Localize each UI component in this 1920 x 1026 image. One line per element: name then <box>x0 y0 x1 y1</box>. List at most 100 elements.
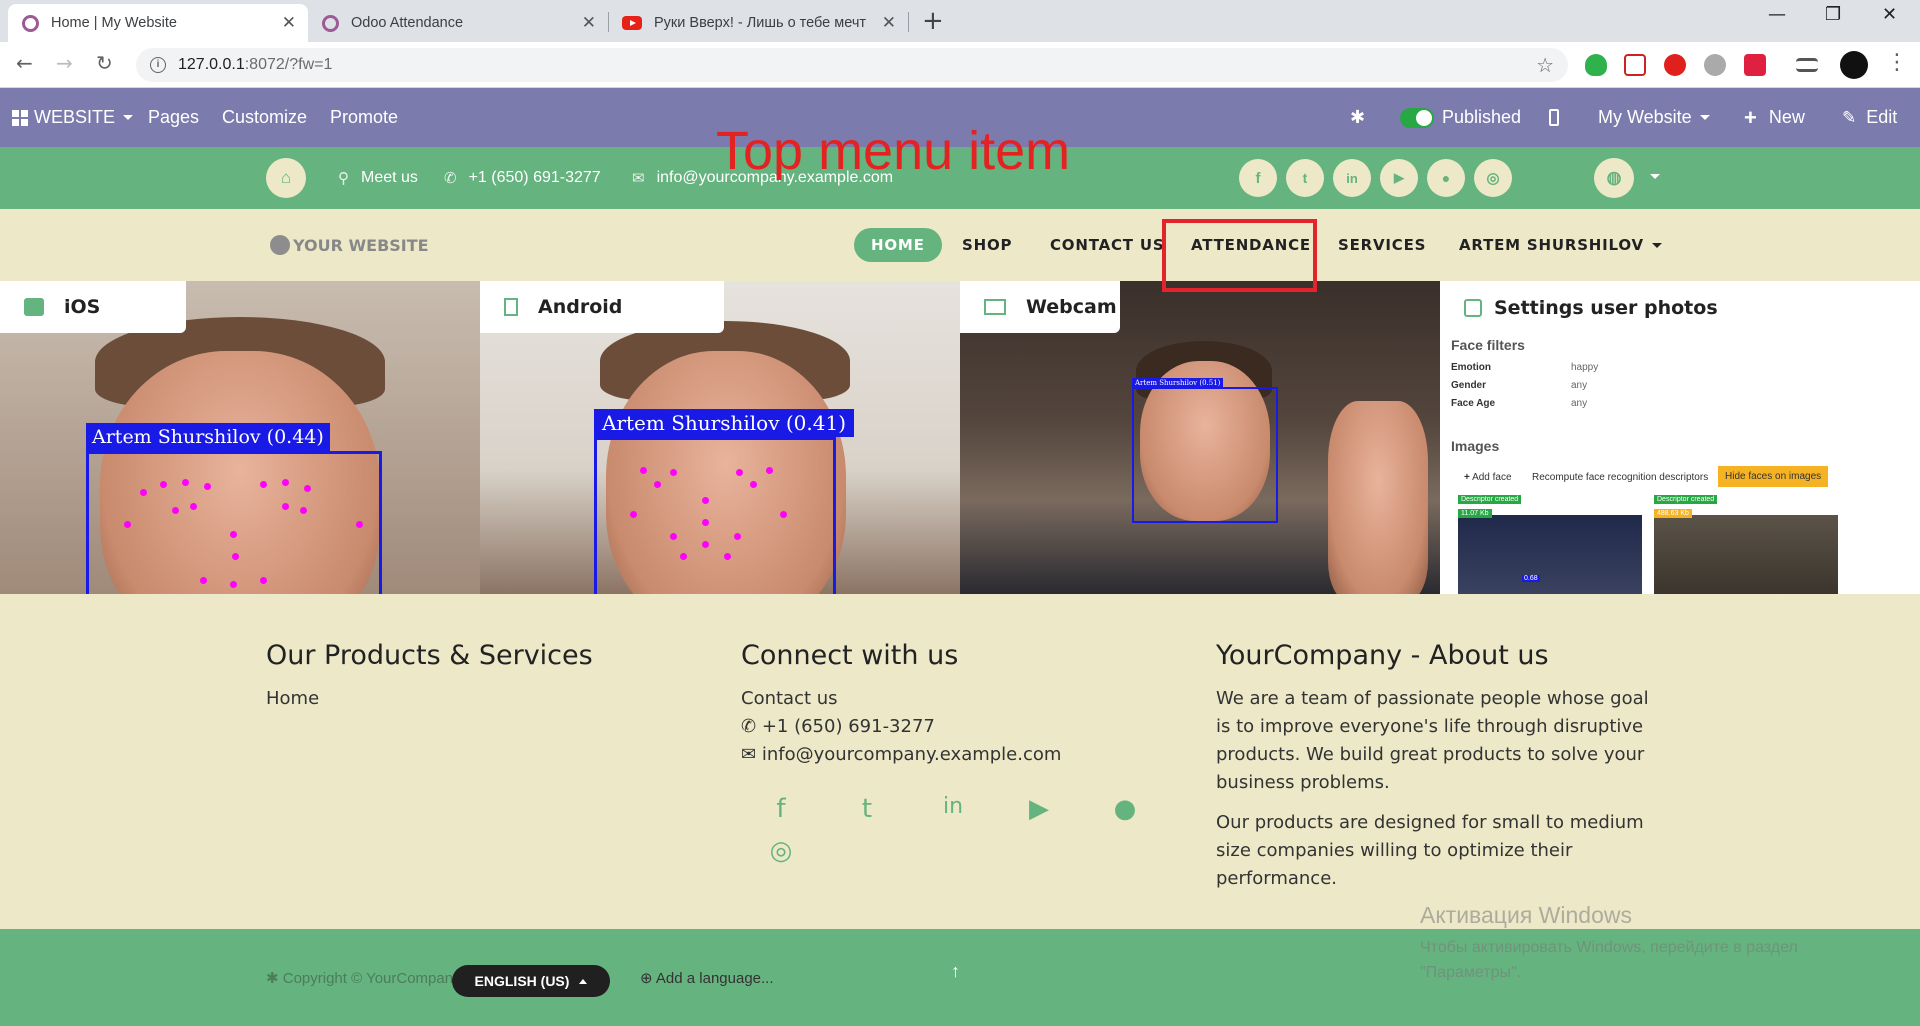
ios-tab-label[interactable]: iOS <box>0 281 186 333</box>
footer-phone[interactable]: ✆ +1 (650) 691-3277 <box>741 713 1161 741</box>
github-icon[interactable]: ● <box>1108 794 1142 824</box>
website-selector[interactable]: My Website <box>1598 88 1710 147</box>
logo-text: YOUR WEBSITE <box>293 235 429 255</box>
bookmark-star-icon[interactable]: ☆ <box>1536 53 1554 78</box>
landmark-dot <box>230 531 237 538</box>
nav-shop[interactable]: SHOP <box>962 228 1012 262</box>
site-info-icon[interactable]: i <box>150 57 166 73</box>
face-bounding-box <box>1132 387 1278 523</box>
publish-toggle[interactable]: Published <box>1400 88 1521 147</box>
profile-avatar-icon[interactable] <box>1840 51 1868 79</box>
add-language-link[interactable]: ⊕ Add a language... <box>640 969 774 987</box>
published-switch[interactable] <box>1400 107 1434 128</box>
footer-email[interactable]: ✉ info@yourcompany.example.com <box>741 741 1161 769</box>
webcam-tab-label[interactable]: Webcam <box>960 281 1120 333</box>
extension-adblock-icon[interactable] <box>1664 54 1686 76</box>
promote-menu[interactable]: Promote <box>330 88 398 147</box>
new-button[interactable]: + New <box>1744 88 1805 147</box>
github-icon[interactable]: ● <box>1427 159 1465 197</box>
recompute-button[interactable]: Recompute face recognition descriptors <box>1532 472 1708 483</box>
forward-icon[interactable]: → <box>56 51 73 75</box>
tab-title: Руки Вверх! - Лишь о тебе мечт <box>654 15 867 31</box>
footer-contact-link[interactable]: Contact us <box>741 685 1161 713</box>
phone-icon: ✆ <box>741 716 757 737</box>
twitter-icon[interactable]: t <box>1286 159 1324 197</box>
site-logo[interactable]: YOUR WEBSITE <box>270 209 429 281</box>
extension-pocket-icon[interactable] <box>1624 54 1646 76</box>
edit-button[interactable]: ✎ Edit <box>1842 88 1897 147</box>
linkedin-icon[interactable]: in <box>1333 159 1371 197</box>
add-face-button[interactable]: + Add face <box>1464 472 1512 483</box>
nav-home[interactable]: HOME <box>854 228 942 262</box>
apps-grid-icon <box>12 109 28 126</box>
tab-youtube[interactable]: Руки Вверх! - Лишь о тебе мечт ✕ <box>608 4 908 42</box>
address-bar[interactable]: i 127.0.0.1:8072/?fw=1 ☆ <box>136 48 1568 82</box>
landmark-dot <box>300 507 307 514</box>
website-menu[interactable]: WEBSITE <box>12 88 134 147</box>
tab-home[interactable]: Home | My Website ✕ <box>8 4 308 42</box>
phone-label: +1 (650) 691-3277 <box>468 169 601 186</box>
chevron-down-icon <box>1699 115 1710 120</box>
photo-card-1[interactable]: Descriptor created 11.07 Kb 0.68 <box>1458 493 1642 594</box>
plus-icon: + <box>1744 104 1757 130</box>
restore-icon[interactable]: ❐ <box>1825 4 1841 25</box>
close-tab-icon[interactable]: ✕ <box>582 13 596 33</box>
footer-products-title: Our Products & Services <box>266 640 593 671</box>
tab-title: Home | My Website <box>51 15 177 31</box>
meet-us-link[interactable]: ⚲ Meet us <box>338 147 418 209</box>
photo-card-2[interactable]: Descriptor created 488.63 Kb <box>1654 493 1838 594</box>
back-icon[interactable]: ← <box>16 51 33 75</box>
map-marker-icon: ⚲ <box>338 170 349 187</box>
facebook-icon[interactable]: f <box>1239 159 1277 197</box>
close-tab-icon[interactable]: ✕ <box>282 13 296 33</box>
extension-shield-icon[interactable] <box>1585 54 1607 76</box>
tab-separator <box>908 12 909 32</box>
tab-odoo-attendance[interactable]: Odoo Attendance ✕ <box>308 4 608 42</box>
window-close-icon[interactable]: ✕ <box>1882 4 1897 25</box>
landmark-dot <box>630 511 637 518</box>
media-control-icon[interactable] <box>1796 58 1818 72</box>
meet-us-label: Meet us <box>361 169 418 186</box>
nav-services[interactable]: SERVICES <box>1338 228 1426 262</box>
extension-abp-icon[interactable] <box>1704 54 1726 76</box>
hide-faces-button[interactable]: Hide faces on images <box>1718 466 1829 487</box>
youtube-icon[interactable]: ▶ <box>1380 159 1418 197</box>
instagram-icon[interactable]: ◎ <box>1474 159 1512 197</box>
mobile-preview-icon[interactable] <box>1549 88 1559 147</box>
instagram-icon[interactable]: ◎ <box>764 836 798 866</box>
close-tab-icon[interactable]: ✕ <box>882 13 896 33</box>
envelope-icon: ✉ <box>741 744 757 765</box>
language-selector[interactable]: ENGLISH (US) <box>452 965 610 997</box>
filter-key: Emotion <box>1451 362 1491 373</box>
phone-link[interactable]: ✆ +1 (650) 691-3277 <box>444 147 601 209</box>
facebook-icon[interactable]: f <box>764 794 798 824</box>
twitter-icon[interactable]: t <box>850 794 884 824</box>
linkedin-icon[interactable]: in <box>936 794 970 824</box>
nav-user-menu[interactable]: ARTEM SHURSHILOV <box>1459 228 1662 262</box>
footer-connect-column: Connect with us Contact us ✆ +1 (650) 69… <box>741 640 1161 769</box>
nav-contact-us[interactable]: CONTACT US <box>1050 228 1164 262</box>
language-globe-icon[interactable]: ◍ <box>1594 158 1634 198</box>
landmark-dot <box>750 481 757 488</box>
android-tab-label[interactable]: Android <box>480 281 724 333</box>
new-tab-icon[interactable]: + <box>922 6 944 36</box>
home-icon[interactable]: ⌂ <box>266 158 306 198</box>
landmark-dot <box>260 577 267 584</box>
minimize-icon[interactable]: — <box>1768 4 1786 25</box>
landmark-dot <box>260 481 267 488</box>
youtube-icon[interactable]: ▶ <box>1022 794 1056 824</box>
debug-bug-icon[interactable]: ✱ <box>1350 88 1365 147</box>
extension-red-play-icon[interactable] <box>1744 54 1766 76</box>
reload-icon[interactable]: ↻ <box>96 51 113 75</box>
add-language-label: Add a language... <box>655 970 774 987</box>
copyright-text: ✱ Copyright © YourCompany <box>266 969 461 987</box>
footer-home-link[interactable]: Home <box>266 685 686 713</box>
pages-menu[interactable]: Pages <box>148 88 199 147</box>
chevron-down-icon[interactable] <box>1650 174 1660 179</box>
settings-title-text: Settings user photos <box>1494 297 1718 319</box>
browser-menu-icon[interactable]: ⋮ <box>1886 50 1908 75</box>
customize-menu[interactable]: Customize <box>222 88 307 147</box>
new-label: New <box>1768 107 1805 127</box>
copyright-label: Copyright © YourCompany <box>282 970 461 987</box>
scroll-to-top-icon[interactable]: ↑ <box>951 961 960 982</box>
